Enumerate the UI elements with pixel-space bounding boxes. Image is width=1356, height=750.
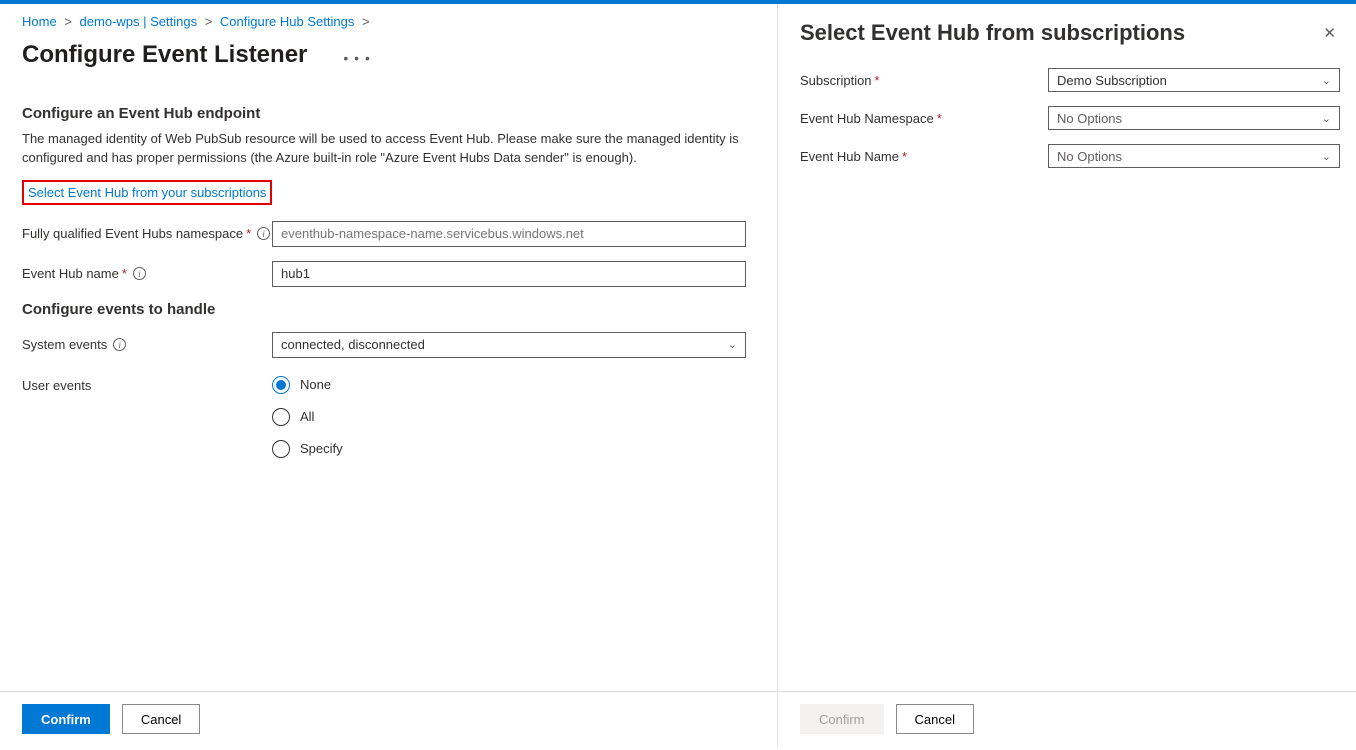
- chevron-right-icon: >: [205, 14, 213, 29]
- panel-content: Subscription* Demo Subscription ⌄ Event …: [778, 60, 1356, 691]
- chevron-down-icon: ⌄: [728, 338, 737, 351]
- content-area: Configure an Event Hub endpoint The mana…: [0, 81, 777, 691]
- panel-title: Select Event Hub from subscriptions: [800, 20, 1185, 46]
- radio-icon: [272, 408, 290, 426]
- breadcrumb: Home > demo-wps | Settings > Configure H…: [0, 4, 777, 35]
- radio-none[interactable]: None: [272, 376, 343, 394]
- section-heading-endpoint: Configure an Event Hub endpoint: [22, 105, 755, 122]
- panel-cancel-button[interactable]: Cancel: [896, 704, 974, 734]
- panel-subscription-label: Subscription*: [800, 73, 1048, 88]
- panel-footer: Confirm Cancel: [778, 691, 1356, 746]
- chevron-down-icon: ⌄: [1322, 112, 1331, 125]
- cancel-button[interactable]: Cancel: [122, 704, 200, 734]
- panel-hubname-label: Event Hub Name*: [800, 149, 1048, 164]
- hubname-input[interactable]: [272, 261, 746, 287]
- user-events-label: User events: [22, 372, 272, 393]
- required-asterisk: *: [937, 111, 942, 126]
- hubname-label: Event Hub name* i: [22, 266, 272, 281]
- breadcrumb-item[interactable]: demo-wps | Settings: [80, 14, 198, 29]
- chevron-down-icon: ⌄: [1322, 150, 1331, 163]
- select-hub-link[interactable]: Select Event Hub from your subscriptions: [28, 185, 266, 200]
- confirm-button[interactable]: Confirm: [22, 704, 110, 734]
- required-asterisk: *: [875, 73, 880, 88]
- breadcrumb-item[interactable]: Configure Hub Settings: [220, 14, 354, 29]
- radio-specify[interactable]: Specify: [272, 440, 343, 458]
- chevron-right-icon: >: [362, 14, 370, 29]
- ellipsis-icon[interactable]: • • •: [343, 50, 370, 66]
- select-hub-link-highlight: Select Event Hub from your subscriptions: [22, 180, 272, 205]
- chevron-right-icon: >: [64, 14, 72, 29]
- panel-hubname-select[interactable]: No Options ⌄: [1048, 144, 1340, 168]
- radio-all[interactable]: All: [272, 408, 343, 426]
- info-icon[interactable]: i: [257, 227, 270, 240]
- required-asterisk: *: [246, 226, 251, 241]
- system-events-label: System events i: [22, 337, 272, 352]
- breadcrumb-item[interactable]: Home: [22, 14, 57, 29]
- required-asterisk: *: [902, 149, 907, 164]
- info-icon[interactable]: i: [133, 267, 146, 280]
- section-heading-events: Configure events to handle: [22, 301, 755, 318]
- panel-subscription-select[interactable]: Demo Subscription ⌄: [1048, 68, 1340, 92]
- radio-icon: [272, 440, 290, 458]
- close-icon[interactable]: ✕: [1319, 20, 1340, 46]
- page-title: Configure Event Listener: [0, 35, 329, 81]
- main-footer: Confirm Cancel: [0, 691, 777, 746]
- namespace-input[interactable]: [272, 221, 746, 247]
- system-events-select[interactable]: connected, disconnected ⌄: [272, 332, 746, 358]
- chevron-down-icon: ⌄: [1322, 74, 1331, 87]
- namespace-label: Fully qualified Event Hubs namespace* i: [22, 226, 272, 241]
- user-events-radio-group: None All Specify: [272, 376, 343, 458]
- panel-namespace-label: Event Hub Namespace*: [800, 111, 1048, 126]
- side-panel: Select Event Hub from subscriptions ✕ Su…: [778, 4, 1356, 746]
- info-icon[interactable]: i: [113, 338, 126, 351]
- section-description: The managed identity of Web PubSub resou…: [22, 130, 742, 168]
- panel-namespace-select[interactable]: No Options ⌄: [1048, 106, 1340, 130]
- panel-confirm-button: Confirm: [800, 704, 884, 734]
- main-pane: Home > demo-wps | Settings > Configure H…: [0, 4, 778, 746]
- radio-icon: [272, 376, 290, 394]
- required-asterisk: *: [122, 266, 127, 281]
